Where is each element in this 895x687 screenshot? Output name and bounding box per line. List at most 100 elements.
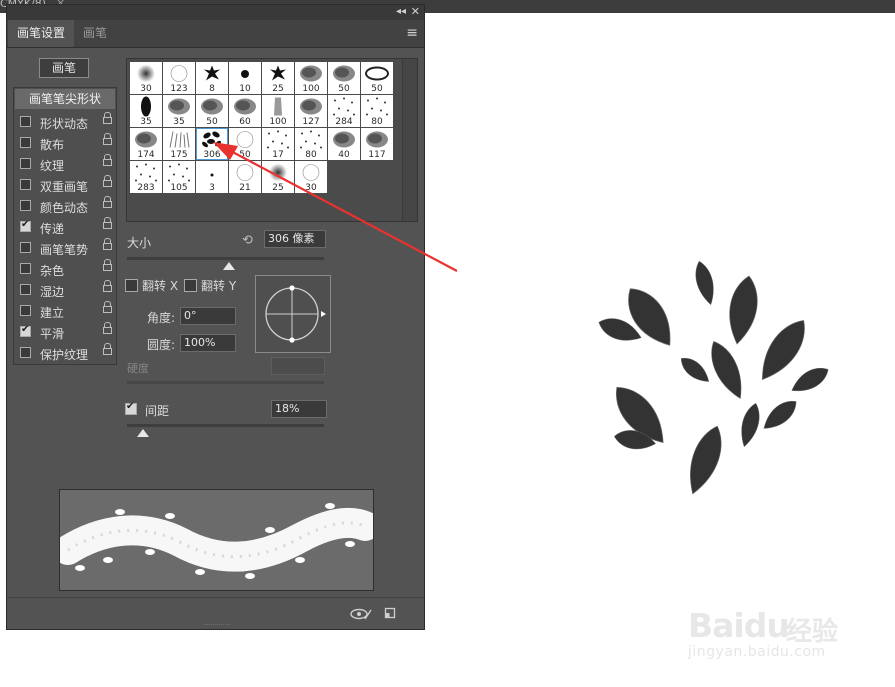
- brush-tip-swatch[interactable]: 35: [163, 95, 195, 127]
- option-checkbox[interactable]: [20, 158, 31, 169]
- brush-tip-swatch[interactable]: 50: [361, 62, 393, 94]
- brush-tip-swatch[interactable]: 283: [130, 161, 162, 193]
- reset-size-icon[interactable]: ⟲: [242, 233, 253, 248]
- brush-tip-swatch[interactable]: 25: [262, 62, 294, 94]
- brush-tip-swatch[interactable]: 8: [196, 62, 228, 94]
- flip-y-box[interactable]: [184, 279, 197, 292]
- brushes-button[interactable]: 画笔: [39, 58, 89, 78]
- brush-tip-swatch[interactable]: 50: [196, 95, 228, 127]
- option-checkbox[interactable]: [20, 263, 31, 274]
- brush-tip-swatch[interactable]: 30: [295, 161, 327, 193]
- flip-y-checkbox[interactable]: 翻转 Y: [184, 277, 236, 294]
- tab-brush-settings[interactable]: 画笔设置: [8, 20, 75, 47]
- flip-x-box[interactable]: [125, 279, 138, 292]
- option-checkbox[interactable]: [20, 200, 31, 211]
- option-label[interactable]: 形状动态: [40, 115, 88, 132]
- close-icon[interactable]: ✕: [411, 5, 420, 18]
- brush-option-row[interactable]: 建立: [14, 301, 116, 322]
- lock-icon[interactable]: [103, 196, 112, 209]
- lock-icon[interactable]: [103, 133, 112, 146]
- brush-tip-swatch[interactable]: 10: [229, 62, 261, 94]
- lock-icon[interactable]: [103, 280, 112, 293]
- brush-tip-swatch[interactable]: 117: [361, 128, 393, 160]
- lock-icon[interactable]: [103, 175, 112, 188]
- brush-tip-swatch[interactable]: 306: [196, 128, 228, 160]
- option-checkbox[interactable]: [20, 347, 31, 358]
- option-checkbox[interactable]: [20, 242, 31, 253]
- spacing-slider-thumb[interactable]: [136, 429, 149, 437]
- option-checkbox[interactable]: [20, 284, 31, 295]
- brush-tip-swatch[interactable]: 100: [262, 95, 294, 127]
- size-slider-thumb[interactable]: [223, 262, 236, 270]
- lock-icon[interactable]: [103, 343, 112, 356]
- option-checkbox[interactable]: [20, 179, 31, 190]
- brush-option-row[interactable]: 湿边: [14, 280, 116, 301]
- brush-option-row[interactable]: 画笔笔势: [14, 238, 116, 259]
- angle-roundness-widget[interactable]: [255, 275, 331, 353]
- option-label[interactable]: 湿边: [40, 283, 64, 300]
- brush-tip-swatch[interactable]: 50: [328, 62, 360, 94]
- angle-field[interactable]: 0°: [180, 307, 236, 325]
- brush-option-row[interactable]: 形状动态: [14, 112, 116, 133]
- option-label[interactable]: 散布: [40, 136, 64, 153]
- lock-icon[interactable]: [103, 217, 112, 230]
- panel-menu-icon[interactable]: ≡: [406, 25, 418, 41]
- brush-tip-swatch[interactable]: 50: [229, 128, 261, 160]
- brush-tip-swatch[interactable]: 40: [328, 128, 360, 160]
- brush-tip-swatch[interactable]: 3: [196, 161, 228, 193]
- collapse-icon[interactable]: ◂◂: [396, 6, 406, 17]
- option-label[interactable]: 建立: [40, 304, 64, 321]
- lock-icon[interactable]: [103, 112, 112, 125]
- brush-tip-swatch[interactable]: 17: [262, 128, 294, 160]
- brush-option-row[interactable]: 纹理: [14, 154, 116, 175]
- brush-tip-swatch[interactable]: 105: [163, 161, 195, 193]
- lock-icon[interactable]: [103, 238, 112, 251]
- brush-tip-swatch[interactable]: 127: [295, 95, 327, 127]
- brush-tip-swatch[interactable]: 25: [262, 161, 294, 193]
- brush-option-row[interactable]: 杂色: [14, 259, 116, 280]
- brush-tip-swatch[interactable]: 21: [229, 161, 261, 193]
- option-checkbox[interactable]: [20, 219, 31, 232]
- lock-icon[interactable]: [103, 259, 112, 272]
- lock-icon[interactable]: [103, 301, 112, 314]
- brush-option-row[interactable]: 传递: [14, 217, 116, 238]
- flip-x-checkbox[interactable]: 翻转 X: [125, 277, 178, 294]
- toggle-live-tip-icon[interactable]: [350, 608, 372, 620]
- spacing-field[interactable]: 18%: [271, 400, 327, 418]
- brush-tip-swatch[interactable]: 174: [130, 128, 162, 160]
- panel-titlebar[interactable]: ◂◂ ✕: [7, 5, 424, 20]
- option-checkbox[interactable]: [20, 137, 31, 148]
- option-label[interactable]: 保护纹理: [40, 346, 88, 363]
- lock-icon[interactable]: [103, 154, 112, 167]
- option-checkbox[interactable]: [20, 116, 31, 127]
- brush-option-row[interactable]: 颜色动态: [14, 196, 116, 217]
- brush-option-row[interactable]: 保护纹理: [14, 343, 116, 364]
- brush-tip-swatch[interactable]: 60: [229, 95, 261, 127]
- brush-option-row[interactable]: 双重画笔: [14, 175, 116, 196]
- brush-tip-swatch[interactable]: 100: [295, 62, 327, 94]
- option-label[interactable]: 纹理: [40, 157, 64, 174]
- brush-tip-swatch[interactable]: 35: [130, 95, 162, 127]
- option-label[interactable]: 画笔笔势: [40, 241, 88, 258]
- size-slider-track[interactable]: [127, 257, 324, 260]
- option-label[interactable]: 传递: [40, 220, 64, 237]
- roundness-field[interactable]: 100%: [180, 334, 236, 352]
- size-field[interactable]: 306 像素: [264, 230, 326, 248]
- brush-tip-swatch[interactable]: 30: [130, 62, 162, 94]
- option-label[interactable]: 颜色动态: [40, 199, 88, 216]
- spacing-slider-track[interactable]: [127, 424, 324, 427]
- option-label[interactable]: 杂色: [40, 262, 64, 279]
- new-brush-icon[interactable]: [384, 607, 396, 619]
- brush-option-row[interactable]: 平滑: [14, 322, 116, 343]
- brush-tip-shape-item[interactable]: 画笔笔尖形状: [15, 89, 115, 109]
- brush-tip-grid-scrollbar[interactable]: [402, 59, 417, 221]
- brush-tip-swatch[interactable]: 80: [295, 128, 327, 160]
- spacing-checkbox[interactable]: [125, 401, 137, 415]
- option-label[interactable]: 双重画笔: [40, 178, 88, 195]
- tab-brushes[interactable]: 画笔: [74, 20, 116, 47]
- option-checkbox[interactable]: [20, 324, 31, 337]
- brush-tip-swatch[interactable]: 175: [163, 128, 195, 160]
- brush-tip-swatch[interactable]: 123: [163, 62, 195, 94]
- lock-icon[interactable]: [103, 322, 112, 335]
- brush-tip-swatch[interactable]: 80: [361, 95, 393, 127]
